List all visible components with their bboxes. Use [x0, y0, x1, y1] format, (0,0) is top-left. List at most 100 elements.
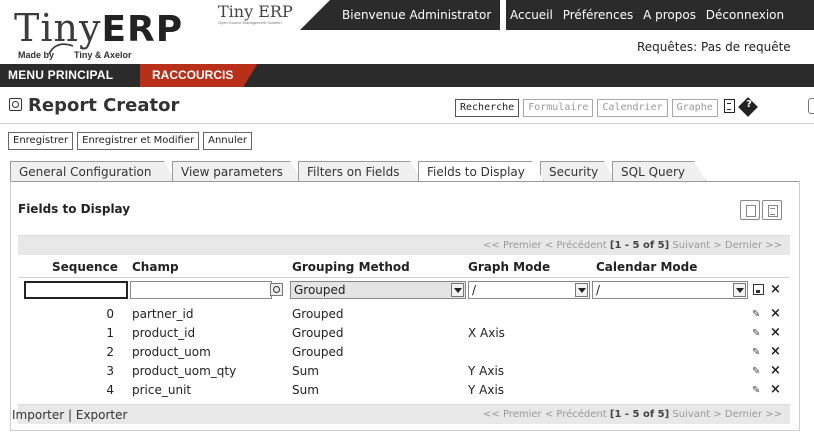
cell-field: product_id	[132, 326, 196, 340]
table-row[interactable]: 1 product_id Grouped X Axis ✎ ×	[18, 324, 790, 343]
edit-icon[interactable]: ✎	[752, 365, 760, 379]
sequence-input[interactable]	[24, 281, 128, 299]
chevron-down-icon	[733, 283, 746, 297]
cell-field: product_uom	[132, 345, 211, 359]
table-row[interactable]: 4 price_unit Sum Y Axis ✎ ×	[18, 381, 790, 400]
report-icon	[9, 98, 22, 111]
tab-sql-query[interactable]: SQL Query	[612, 161, 706, 181]
column-graph-mode[interactable]: Graph Mode	[468, 260, 550, 274]
import-link[interactable]: Importer	[12, 408, 64, 422]
title-row: Report Creator Recherche Formulaire Calend…	[0, 92, 814, 120]
delete-icon[interactable]: ×	[770, 326, 781, 340]
divider	[0, 123, 814, 124]
delete-icon[interactable]: ×	[770, 283, 781, 297]
column-grouping-method[interactable]: Grouping Method	[292, 260, 410, 274]
pager-bottom: << Premier < Précédent [1 - 5 of 5] Suiv…	[18, 404, 790, 424]
column-calendar-mode[interactable]: Calendar Mode	[596, 260, 697, 274]
requetes-label: Requêtes:	[637, 40, 698, 54]
welcome-text: Bienvenue Administrator	[342, 8, 492, 22]
view-graph-button[interactable]: Graphe	[671, 99, 718, 117]
requetes-status: Requêtes: Pas de requête	[637, 40, 791, 54]
delete-icon[interactable]: ×	[770, 345, 781, 359]
grouping-method-value: Grouped	[294, 283, 346, 297]
pager-top: << Premier < Précédent [1 - 5 of 5] Suiv…	[18, 235, 790, 255]
cell-grouping: Grouped	[292, 326, 344, 340]
cell-grouping: Grouped	[292, 345, 344, 359]
inline-edit-row: Grouped / / ×	[18, 279, 790, 301]
requetes-link[interactable]: Pas de requête	[701, 40, 791, 54]
edge-collapse-button[interactable]	[808, 98, 814, 114]
logo-bold: ERP	[101, 9, 184, 50]
mini-logo-sub: Open Source Management Solution	[218, 20, 282, 25]
tiny-erp-logo[interactable]: TinyERP Made by Tiny & Axelor	[8, 6, 198, 62]
save-and-edit-button[interactable]: Enregistrer et Modifier	[77, 132, 200, 150]
save-button[interactable]: Enregistrer	[8, 132, 74, 150]
cell-sequence: 3	[106, 364, 114, 378]
grid-header: Sequence Champ Grouping Method Graph Mod…	[18, 256, 790, 278]
tab-view-parameters[interactable]: View parameters	[172, 161, 302, 181]
link-deconnexion[interactable]: Déconnexion	[706, 8, 784, 22]
cell-field: price_unit	[132, 383, 192, 397]
delete-icon[interactable]: ×	[770, 383, 781, 397]
column-champ[interactable]: Champ	[132, 260, 179, 274]
calendar-mode-select[interactable]: /	[592, 281, 748, 299]
cell-grouping: Sum	[292, 364, 319, 378]
table-row[interactable]: 3 product_uom_qty Sum Y Axis ✎ ×	[18, 362, 790, 381]
edit-icon[interactable]: ✎	[752, 346, 760, 360]
pager-range: [1 - 5 of 5]	[609, 409, 670, 420]
document-icon[interactable]	[723, 99, 735, 113]
edit-icon[interactable]: ✎	[752, 327, 760, 341]
top-links: Accueil Préférences A propos Déconnexion	[510, 8, 790, 22]
link-preferences[interactable]: Préférences	[563, 8, 634, 22]
mini-logo-text: Tiny ERP	[218, 2, 293, 21]
cell-graph: Y Axis	[468, 364, 505, 378]
pager-next[interactable]: Suivant > Dernier >>	[672, 409, 782, 420]
cell-graph: Y Axis	[468, 383, 505, 397]
export-link[interactable]: Exporter	[76, 408, 128, 422]
new-record-icon[interactable]	[740, 200, 760, 220]
cell-sequence: 2	[106, 345, 114, 359]
view-search-button[interactable]: Recherche	[455, 99, 520, 117]
tab-bar: General Configuration View parameters Fi…	[10, 161, 800, 181]
link-accueil[interactable]: Accueil	[510, 8, 553, 22]
column-sequence[interactable]: Sequence	[52, 260, 118, 274]
help-icon[interactable]: ?	[737, 97, 758, 117]
chevron-down-icon	[575, 283, 588, 297]
tab-general-configuration[interactable]: General Configuration	[10, 161, 176, 181]
cell-sequence: 1	[106, 326, 114, 340]
panel-title: Fields to Display	[18, 202, 131, 216]
field-input[interactable]	[130, 281, 272, 299]
made-by-company: Tiny & Axelor	[74, 50, 132, 60]
search-field-icon[interactable]	[270, 283, 283, 296]
view-calendar-button[interactable]: Calendrier	[597, 99, 668, 117]
pager-prev[interactable]: << Premier < Précédent	[483, 240, 607, 251]
graph-mode-select[interactable]: /	[468, 281, 590, 299]
calendar-mode-value: /	[596, 283, 601, 297]
link-a-propos[interactable]: A propos	[643, 8, 696, 22]
main-menu-link[interactable]: MENU PRINCIPAL	[8, 68, 113, 82]
view-switcher: Recherche Formulaire Calendrier Graphe?	[455, 97, 758, 117]
edit-icon[interactable]: ✎	[752, 384, 760, 398]
cancel-button[interactable]: Annuler	[203, 132, 253, 150]
tab-filters-on-fields[interactable]: Filters on Fields	[298, 161, 422, 181]
view-form-button[interactable]: Formulaire	[523, 99, 594, 117]
import-export: Importer | Exporter	[12, 408, 127, 422]
table-row[interactable]: 0 partner_id Grouped ✎ ×	[18, 305, 790, 324]
save-row-icon[interactable]	[753, 284, 764, 295]
delete-icon[interactable]: ×	[770, 307, 781, 321]
edit-icon[interactable]: ✎	[752, 308, 760, 322]
top-bar: Bienvenue Administrator Accueil Préféren…	[300, 0, 814, 30]
delete-icon[interactable]: ×	[770, 364, 781, 378]
shortcuts-menu[interactable]: RACCOURCIS	[140, 64, 258, 87]
tab-fields-to-display[interactable]: Fields to Display	[418, 161, 544, 181]
page-title: Report Creator	[28, 95, 180, 116]
tab-security[interactable]: Security	[540, 161, 616, 181]
graph-mode-value: /	[472, 283, 477, 297]
pager-next[interactable]: Suivant > Dernier >>	[672, 240, 782, 251]
pager-prev[interactable]: << Premier < Précédent	[483, 409, 607, 420]
grouping-method-select[interactable]: Grouped	[290, 281, 466, 299]
list-view-icon[interactable]	[762, 200, 782, 220]
table-row[interactable]: 2 product_uom Grouped ✎ ×	[18, 343, 790, 362]
mini-logo: Tiny ERP Open Source Management Solution	[218, 2, 293, 25]
cell-sequence: 4	[106, 383, 114, 397]
